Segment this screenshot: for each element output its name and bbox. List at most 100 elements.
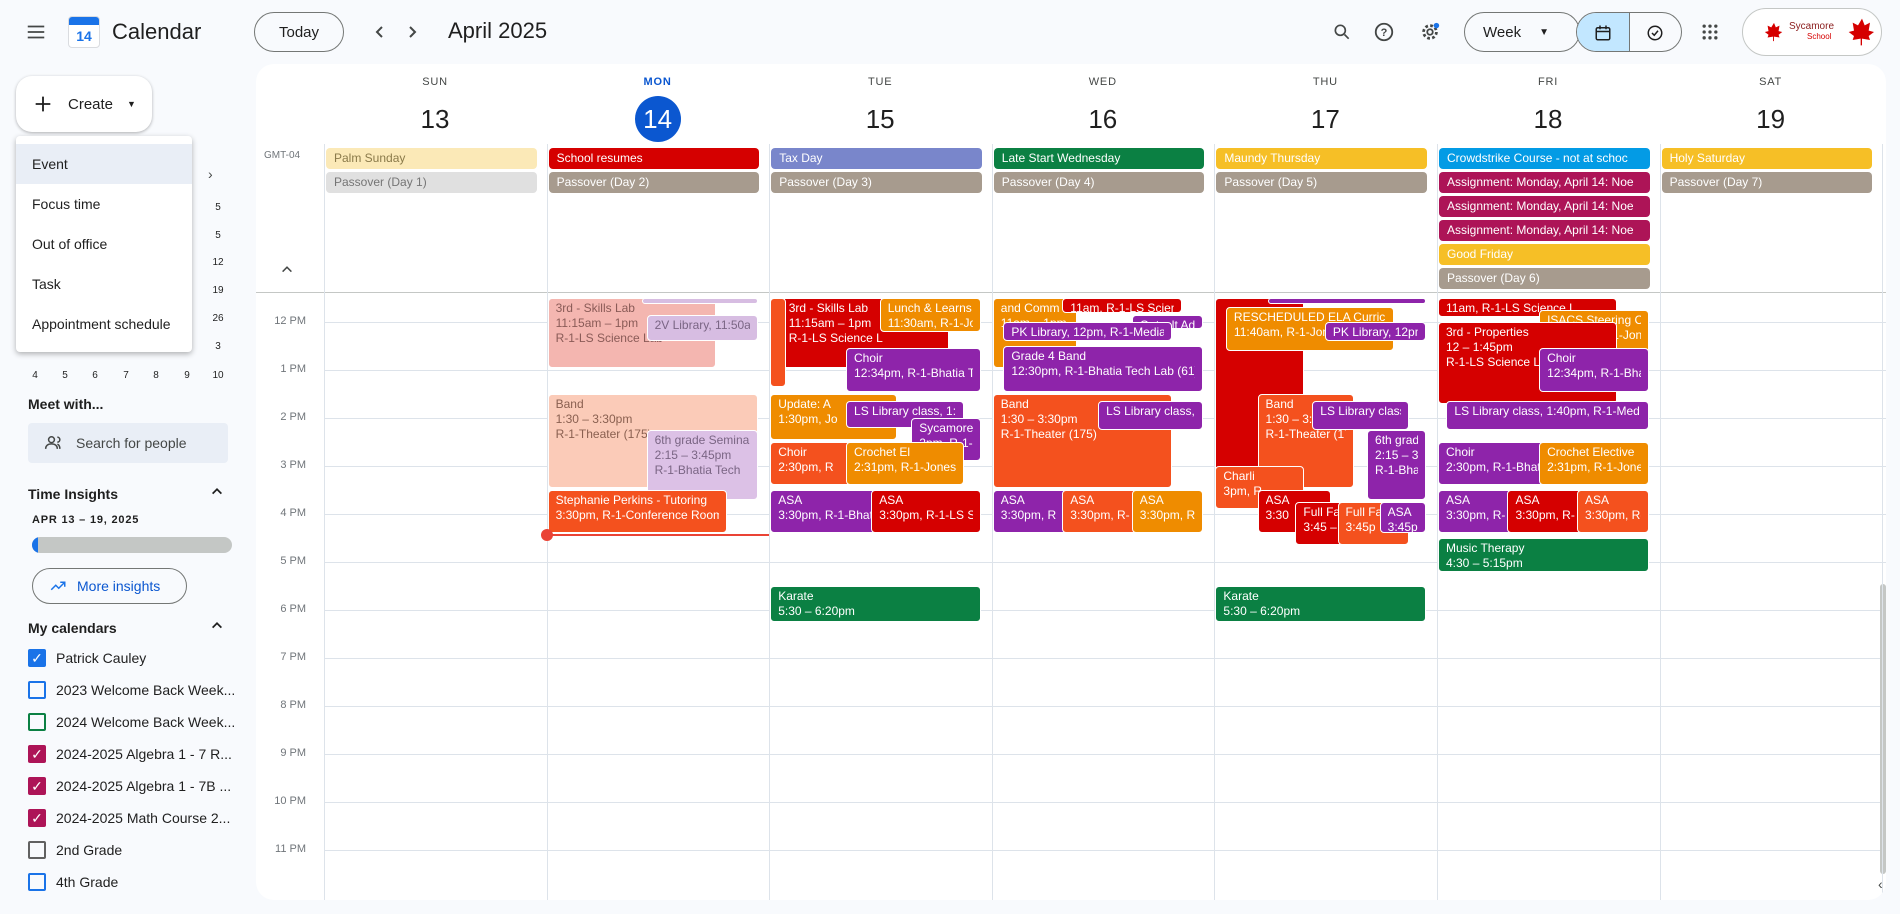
mini-cal-day[interactable]: 3 — [203, 341, 233, 352]
allday-event[interactable]: Late Start Wednesday — [993, 148, 1205, 169]
calendar-event[interactable]: ASA 3:30pm, R- — [1062, 489, 1141, 534]
allday-event[interactable]: Passover (Day 6) — [1439, 268, 1650, 289]
calendar-view-toggle-icon[interactable] — [1577, 13, 1629, 51]
day-number[interactable]: 19 — [1748, 96, 1794, 142]
calendar-event[interactable]: ASA 3:30pm, R- — [1507, 489, 1586, 534]
collapse-insights-icon[interactable] — [210, 484, 224, 501]
calendar-list-item[interactable]: ✓ 2024-2025 Math Course 2... — [28, 806, 230, 830]
menu-item-task[interactable]: Task — [16, 264, 192, 304]
allday-event[interactable]: Passover (Day 3) — [771, 172, 982, 193]
allday-event[interactable]: Passover (Day 2) — [548, 172, 760, 193]
allday-event[interactable]: Passover (Day 7) — [1661, 172, 1873, 193]
settings-gear-icon[interactable] — [1410, 12, 1450, 52]
calendar-event[interactable]: Crochet El 2:31pm, R-1-Jones — [846, 441, 964, 486]
allday-event[interactable]: Passover (Day 5) — [1216, 172, 1427, 193]
calendar-event[interactable]: LS Library class, 1 — [1098, 401, 1204, 431]
allday-event[interactable]: Good Friday — [1439, 244, 1650, 265]
menu-item-out-of-office[interactable]: Out of office — [16, 224, 192, 264]
allday-event[interactable]: Assignment: Monday, April 14: Noe — [1439, 172, 1650, 193]
calendar-event[interactable]: Karate 5:30 – 6:20pm — [1215, 585, 1426, 623]
mini-cal-day[interactable]: 26 — [203, 313, 233, 324]
calendar-event[interactable]: 6th grade2:15 – 3:4R-1-Bhatia — [1367, 429, 1426, 500]
calendar-event[interactable]: LS Library class, 1:40pm, R-1-Med — [1446, 401, 1649, 431]
calendar-event[interactable] — [770, 297, 787, 387]
allday-event[interactable]: Passover (Day 1) — [326, 172, 537, 193]
chevron-right-icon[interactable] — [392, 12, 432, 52]
collapse-allday-icon[interactable] — [280, 262, 294, 281]
search-icon[interactable] — [1322, 12, 1362, 52]
allday-event[interactable]: Assignment: Monday, April 14: Noe — [1439, 196, 1650, 217]
allday-event[interactable]: School resumes — [548, 148, 760, 169]
calendar-list-item[interactable]: ✓ Patrick Cauley — [28, 646, 146, 670]
checkbox-checked-icon[interactable]: ✓ — [28, 809, 46, 827]
day-number[interactable]: 16 — [1080, 96, 1126, 142]
calendar-event[interactable]: Grade 4 Band 12:30pm, R-1-Bhatia Tech Lab… — [1003, 345, 1204, 392]
side-panel-toggle-icon[interactable]: ‹ — [1878, 876, 1883, 892]
mini-cal-day[interactable]: 19 — [203, 285, 233, 296]
calendar-event[interactable]: PS Library, 11:15am — [642, 297, 759, 304]
mini-cal-day[interactable]: 8 — [141, 370, 171, 381]
calendar-event[interactable]: ASA 3:30pm, R-1-LS Sc — [871, 489, 981, 534]
main-menu-icon[interactable] — [16, 12, 56, 52]
calendar-event[interactable]: Choir 12:34pm, R-1-Bhatia Te — [846, 348, 981, 392]
allday-event[interactable]: Maundy Thursday — [1216, 148, 1427, 169]
calendar-list-item[interactable]: ✓ 2024-2025 Algebra 1 - 7B ... — [28, 774, 231, 798]
calendar-event[interactable]: PK Library, 12pm, R-1-Media — [1003, 321, 1172, 342]
day-number[interactable]: 13 — [412, 96, 458, 142]
view-selector-dropdown[interactable]: Week ▼ — [1464, 12, 1580, 52]
mini-cal-next-icon[interactable]: › — [208, 166, 213, 182]
calendar-event[interactable]: ASA 3:45p — [1379, 501, 1426, 534]
calendar-list-item[interactable]: 2nd Grade — [28, 838, 122, 862]
apps-grid-icon[interactable] — [1690, 12, 1730, 52]
mini-cal-day[interactable]: 10 — [203, 370, 233, 381]
calendar-event[interactable]: Stephanie Perkins - Tutoring 3:30pm, R-1-… — [547, 489, 727, 534]
mini-cal-day[interactable]: 6 — [80, 370, 110, 381]
calendar-list-item[interactable]: 2023 Welcome Back Week... — [28, 678, 235, 702]
mini-cal-day[interactable]: 4 — [20, 370, 50, 381]
mini-cal-day[interactable]: 9 — [172, 370, 202, 381]
mini-cal-day[interactable]: 7 — [111, 370, 141, 381]
allday-event[interactable]: Holy Saturday — [1661, 148, 1873, 169]
checkbox-empty-icon[interactable] — [28, 873, 46, 891]
mini-cal-day[interactable]: 5 — [50, 370, 80, 381]
day-number[interactable]: 15 — [857, 96, 903, 142]
allday-event[interactable]: Crowdstrike Course - not at schoc — [1439, 148, 1650, 169]
calendar-event[interactable]: PS Library, 11:15am, R-1-Me — [1268, 297, 1426, 304]
more-insights-button[interactable]: More insights — [32, 568, 187, 604]
search-people-input[interactable]: Search for people — [28, 423, 228, 463]
calendar-list-item[interactable]: ✓ 2024-2025 Algebra 1 - 7 R... — [28, 742, 232, 766]
day-number[interactable]: 18 — [1525, 96, 1571, 142]
allday-event[interactable]: Tax Day — [771, 148, 982, 169]
mini-cal-day[interactable]: 5 — [203, 202, 233, 213]
calendar-event[interactable]: 2V Library, 11:50a — [646, 314, 759, 342]
calendar-event[interactable]: Lunch & Learns11:30am, R-1-Jon — [879, 297, 981, 332]
today-button[interactable]: Today — [254, 12, 344, 52]
calendar-event[interactable]: LS Library class — [1312, 401, 1410, 431]
calendar-event[interactable]: Choir 12:34pm, R-1-Bhat — [1539, 348, 1649, 392]
mini-cal-day[interactable]: 12 — [203, 257, 233, 268]
collapse-calendars-icon[interactable] — [210, 618, 224, 637]
menu-item-focus-time[interactable]: Focus time — [16, 184, 192, 224]
menu-item-appointment-schedule[interactable]: Appointment schedule — [16, 304, 192, 344]
calendar-event[interactable]: Crochet Elective 2:31pm, R-1-Jones — [1539, 441, 1649, 486]
day-number[interactable]: 17 — [1302, 96, 1348, 142]
day-number[interactable]: 14 — [634, 96, 681, 142]
help-icon[interactable]: ? — [1364, 12, 1404, 52]
calendar-event[interactable]: Music Therapy 4:30 – 5:15pm — [1438, 537, 1649, 572]
tasks-view-toggle-icon[interactable] — [1628, 13, 1681, 51]
checkbox-empty-icon[interactable] — [28, 713, 46, 731]
allday-event[interactable]: Assignment: Monday, April 14: Noe — [1439, 220, 1650, 241]
calendar-event[interactable]: Karate 5:30 – 6:20pm — [770, 585, 981, 623]
calendar-event[interactable]: PK Library, 12pm — [1324, 321, 1426, 342]
checkbox-checked-icon[interactable]: ✓ — [28, 649, 46, 667]
checkbox-empty-icon[interactable] — [28, 841, 46, 859]
checkbox-checked-icon[interactable]: ✓ — [28, 745, 46, 763]
allday-event[interactable]: Passover (Day 4) — [993, 172, 1205, 193]
menu-item-event[interactable]: Event — [16, 144, 192, 184]
calendar-event[interactable]: 11am, R-1-LS Scienc — [1062, 297, 1183, 313]
calendar-event[interactable]: ASA 3:30pm, R- — [1131, 489, 1204, 534]
create-button[interactable]: Create ▼ — [16, 76, 152, 132]
checkbox-checked-icon[interactable]: ✓ — [28, 777, 46, 795]
calendar-list-item[interactable]: 4th Grade — [28, 870, 118, 894]
allday-event[interactable]: Palm Sunday — [326, 148, 537, 169]
